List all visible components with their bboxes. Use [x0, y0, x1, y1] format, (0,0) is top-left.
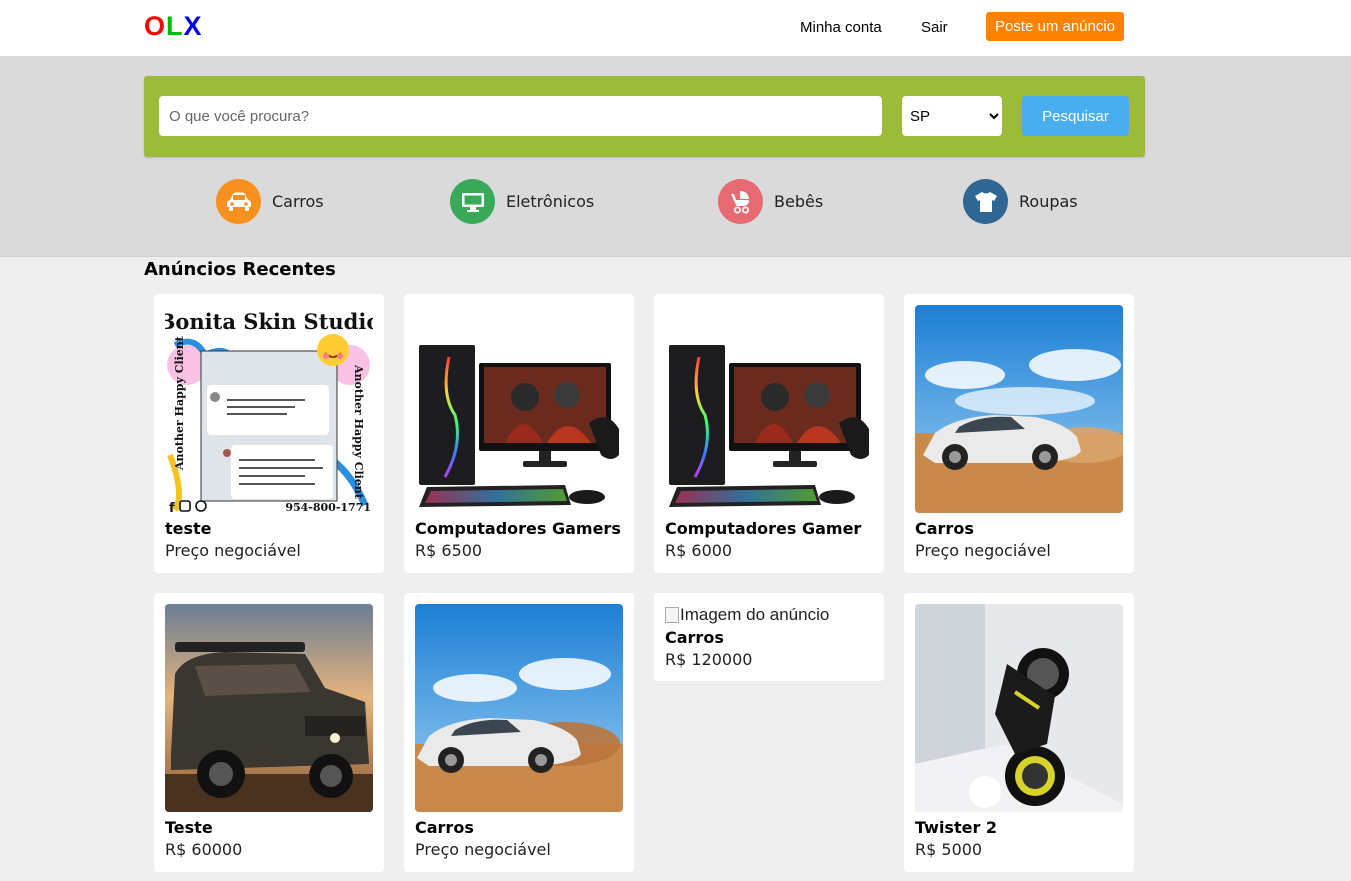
ad-title: Twister 2 [915, 818, 998, 837]
ad-image-alt: Imagem do anúncio [680, 605, 830, 624]
ad-title: Carros [665, 628, 724, 647]
post-ad-button[interactable]: Poste um anúncio [986, 12, 1124, 41]
ad-price: Preço negociável [165, 541, 301, 560]
ad-card[interactable]: Computadores Gamer R$ 6000 [654, 294, 884, 573]
search-button[interactable]: Pesquisar [1022, 96, 1129, 136]
poster-phone: 954-800-1771 [285, 501, 371, 513]
ad-price: R$ 60000 [165, 840, 243, 859]
category-electronics[interactable]: Eletrônicos [450, 179, 594, 224]
category-cars[interactable]: Carros [216, 179, 324, 224]
section-title: Anúncios Recentes [144, 259, 336, 280]
ad-image-gaming-pc [415, 305, 623, 513]
stroller-icon [718, 179, 763, 224]
ad-image-motorcycle [915, 604, 1123, 812]
ad-card[interactable]: Bonita Skin Studio Another Happy Client … [154, 294, 384, 573]
ad-image-pickup-truck [165, 604, 373, 812]
ad-price: R$ 6500 [415, 541, 483, 560]
category-label: Bebês [774, 192, 824, 211]
ad-title: teste [165, 519, 212, 538]
category-baby[interactable]: Bebês [718, 179, 823, 224]
car-icon [216, 179, 261, 224]
top-header: OLX Minha conta Sair Poste um anúncio [0, 0, 1351, 56]
monitor-icon [450, 179, 495, 224]
category-label: Carros [272, 192, 324, 211]
ad-image-gaming-pc [665, 305, 873, 513]
ad-card[interactable]: Teste R$ 60000 [154, 593, 384, 872]
ad-card[interactable]: Imagem do anúncio Carros R$ 120000 [654, 593, 884, 681]
ad-price: R$ 120000 [665, 650, 753, 669]
top-nav: Minha conta Sair Poste um anúncio [0, 12, 1351, 42]
ad-card[interactable]: Carros Preço negociável [404, 593, 634, 872]
shirt-icon [963, 179, 1008, 224]
state-select[interactable]: SP [902, 96, 1002, 136]
category-label: Eletrônicos [506, 192, 595, 211]
ad-image-white-sedan [415, 604, 623, 812]
category-label: Roupas [1019, 192, 1078, 211]
poster-heading: Bonita Skin Studio [165, 309, 373, 334]
ad-price: R$ 6000 [665, 541, 733, 560]
category-clothes[interactable]: Roupas [963, 179, 1078, 224]
search-area: SP Pesquisar Carros Eletrônicos Bebês Ro… [0, 56, 1351, 257]
ad-price: R$ 5000 [915, 840, 983, 859]
ad-card[interactable]: Computadores Gamers R$ 6500 [404, 294, 634, 573]
ad-title: Teste [165, 818, 213, 837]
my-account-link[interactable]: Minha conta [800, 19, 882, 36]
logout-link[interactable]: Sair [921, 19, 948, 36]
ad-price: Preço negociável [415, 840, 551, 859]
search-box: SP Pesquisar [144, 76, 1145, 157]
search-input[interactable] [159, 96, 882, 136]
ad-image-white-sedan [915, 305, 1123, 513]
svg-text:f: f [169, 501, 175, 513]
ad-title: Carros [915, 519, 974, 538]
ad-title: Computadores Gamer [665, 519, 862, 538]
ad-title: Carros [415, 818, 474, 837]
ad-card[interactable]: Twister 2 R$ 5000 [904, 593, 1134, 872]
ad-title: Computadores Gamers [415, 519, 621, 538]
ad-card[interactable]: Carros Preço negociável [904, 294, 1134, 573]
ad-price: Preço negociável [915, 541, 1051, 560]
poster-side-right: Another Happy Client [352, 364, 365, 500]
broken-image-icon: Imagem do anúncio [665, 604, 873, 625]
poster-side-left: Another Happy Client [173, 335, 186, 471]
ad-image-skin-studio: Bonita Skin Studio Another Happy Client … [165, 305, 373, 513]
